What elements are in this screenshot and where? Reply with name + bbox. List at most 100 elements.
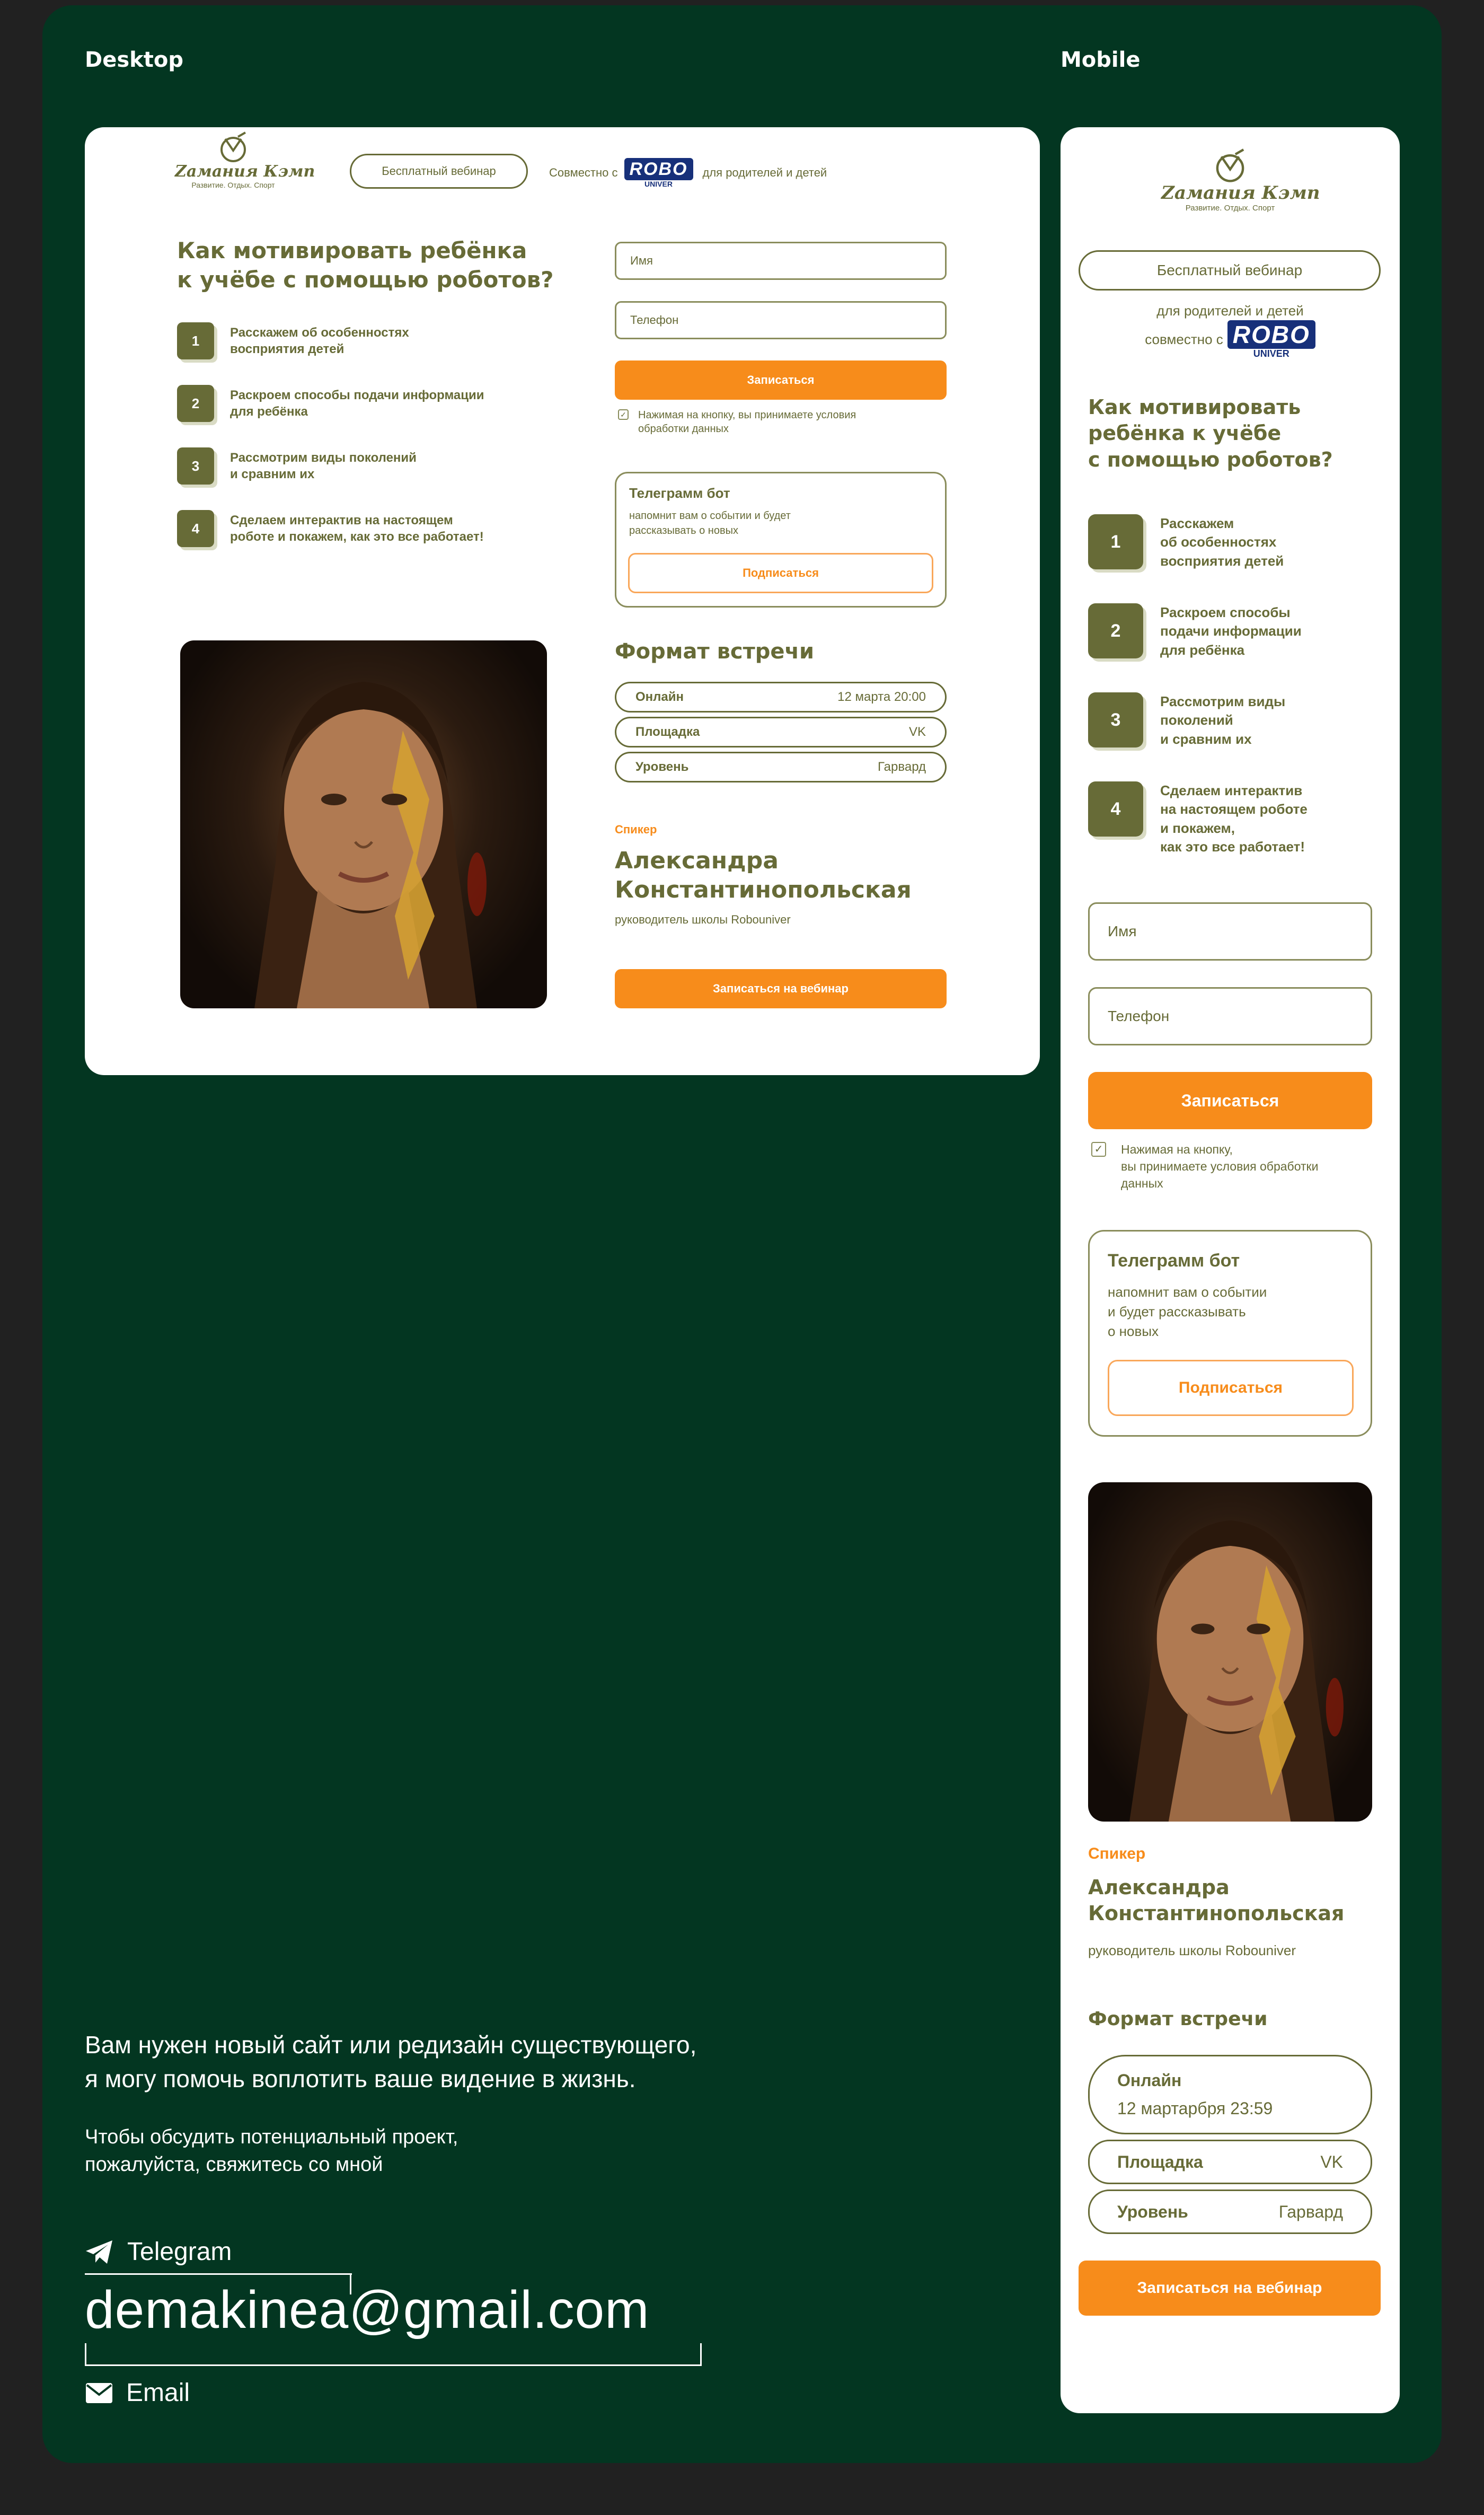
meeting-row-online: Онлайн 12 мартарбря 23:59 xyxy=(1088,2055,1372,2134)
name-field[interactable]: Имя xyxy=(615,242,947,280)
speaker-label: Спикер xyxy=(615,823,657,836)
step-text: Расскажем об особенностях восприятия дет… xyxy=(230,326,409,357)
robo-logo-bottom: UNIVER xyxy=(644,180,673,188)
telegram-icon xyxy=(86,2240,112,2264)
meeting-row-value: 12 мартарбря 23:59 xyxy=(1117,2099,1273,2118)
submit-button[interactable]: Записаться xyxy=(615,360,947,400)
meeting-row-level: Уровень Гарвард xyxy=(615,752,947,782)
page-title: Как мотивировать ребёнка к учёбе с помощ… xyxy=(177,238,554,293)
step-item: 4 Сделаем интерактив на настоящем роботе… xyxy=(177,510,484,547)
meeting-row-level: Уровень Гарвард xyxy=(1088,2189,1372,2234)
speaker-name: Александра Константинопольская xyxy=(615,847,912,903)
free-webinar-pill: Бесплатный вебинар xyxy=(350,154,528,189)
contact-headline: Вам нужен новый сайт или редизайн сущест… xyxy=(85,2031,697,2093)
meeting-row-key: Уровень xyxy=(635,760,689,774)
consent-checkbox[interactable]: ✓ xyxy=(1091,1142,1106,1157)
email-link[interactable]: Email xyxy=(85,2378,190,2407)
name-field[interactable]: Имя xyxy=(1088,902,1372,961)
speaker-role: руководитель школы Robouniver xyxy=(1088,1942,1296,1958)
telegram-bot-card: Телеграмм бот напомнит вам о событии и б… xyxy=(1088,1230,1372,1437)
submit-button[interactable]: Записаться xyxy=(1088,1072,1372,1129)
subscribe-button[interactable]: Подписаться xyxy=(628,553,933,593)
brand-tagline: Развитие. Отдых. Спорт xyxy=(191,181,275,189)
meeting-format-title: Формат встречи xyxy=(615,639,815,664)
step-number: 2 xyxy=(1088,603,1143,658)
email-underline xyxy=(85,2364,702,2366)
speaker-photo xyxy=(1088,1482,1372,1822)
meeting-row-platform: Площадка VK xyxy=(1088,2140,1372,2184)
register-webinar-button[interactable]: Записаться на вебинар xyxy=(1079,2261,1381,2316)
step-number: 3 xyxy=(177,447,214,485)
meeting-row-value: Гарвард xyxy=(1278,2202,1343,2221)
partner-row: Совместно с ROBO UNIVER для родителей и … xyxy=(549,158,827,188)
step-number: 4 xyxy=(177,510,214,547)
audience-text: для родителей и детей xyxy=(1156,303,1304,319)
meeting-row-value: VK xyxy=(1320,2152,1343,2171)
meeting-row-online: Онлайн 12 марта 20:00 xyxy=(615,682,947,713)
camp-emblem-icon xyxy=(1216,148,1244,182)
step-text: Сделаем интерактив на настоящем роботе и… xyxy=(1160,782,1308,855)
register-webinar-button[interactable]: Записаться на вебинар xyxy=(615,969,947,1008)
step-number: 1 xyxy=(177,322,214,359)
robouniver-logo[interactable]: ROBO UNIVER xyxy=(624,158,693,188)
step-number: 1 xyxy=(1088,514,1143,569)
brand-tagline: Развитие. Отдых. Спорт xyxy=(1185,204,1275,213)
consent-row: ✓ Нажимая на кнопку, вы принимаете услов… xyxy=(1091,1141,1318,1192)
telegram-link[interactable]: Telegram xyxy=(85,2237,232,2266)
telegram-bot-title: Телеграмм бот xyxy=(629,485,730,501)
desktop-label: Desktop xyxy=(85,48,183,72)
meeting-format-title: Формат встречи xyxy=(1088,2008,1268,2030)
telegram-label: Telegram xyxy=(127,2238,232,2266)
brand-logo[interactable]: Zамания Кэмп Развитие. Отдых. Спорт xyxy=(175,131,315,189)
brand-name: Zамания Кэмп xyxy=(175,162,315,181)
consent-text: Нажимая на кнопку, вы принимаете условия… xyxy=(638,409,856,435)
robouniver-logo[interactable]: ROBO UNIVER xyxy=(1227,320,1315,358)
meeting-row-key: Онлайн xyxy=(1117,2071,1182,2090)
speaker-role: руководитель школы Robouniver xyxy=(615,913,791,926)
consent-text: Нажимая на кнопку, вы принимаете условия… xyxy=(1121,1142,1319,1191)
brand-logo[interactable]: Zамания Кэмп Развитие. Отдых. Спорт xyxy=(1161,148,1320,213)
camp-emblem-icon xyxy=(220,131,246,162)
speaker-label: Спикер xyxy=(1088,1845,1146,1862)
step-text: Рассмотрим виды поколений и сравним их xyxy=(230,451,417,482)
meeting-row-key: Площадка xyxy=(1117,2152,1203,2171)
underline-tick xyxy=(85,2343,86,2364)
desktop-landing-page: Zамания Кэмп Развитие. Отдых. Спорт Бесп… xyxy=(85,127,1040,1075)
subscribe-button[interactable]: Подписаться xyxy=(1108,1360,1354,1416)
mobile-label: Mobile xyxy=(1061,48,1141,72)
step-number: 4 xyxy=(1088,781,1143,837)
consent-row: ✓ Нажимая на кнопку, вы принимаете услов… xyxy=(618,408,856,436)
telegram-bot-description: напомнит вам о событии и будет рассказыв… xyxy=(1108,1284,1267,1339)
page-title: Как мотивировать ребёнка к учёбе с помощ… xyxy=(1088,395,1333,471)
contact-subline: Чтобы обсудить потенциальный проект, пож… xyxy=(85,2126,458,2176)
email-address[interactable]: demakinea@gmail.com xyxy=(85,2280,649,2341)
meeting-row-value: 12 марта 20:00 xyxy=(837,690,926,704)
speaker-name: Александра Константинопольская xyxy=(1088,1876,1345,1925)
step-text: Расскажем об особенностях восприятия дет… xyxy=(1160,515,1284,569)
audience-text: для родителей и детей xyxy=(702,166,827,179)
meeting-row-key: Площадка xyxy=(635,725,700,739)
step-text: Раскроем способы подачи информации для р… xyxy=(1160,604,1302,658)
meeting-row-key: Уровень xyxy=(1117,2202,1188,2221)
step-item: 3 Рассмотрим виды поколений и сравним их xyxy=(1088,692,1285,749)
speaker-photo xyxy=(180,640,547,1008)
together-with-text: совместно с xyxy=(1145,331,1223,348)
step-item: 3 Рассмотрим виды поколений и сравним их xyxy=(177,447,417,485)
telegram-bot-description: напомнит вам о событии и будет рассказыв… xyxy=(629,510,791,537)
phone-field[interactable]: Телефон xyxy=(1088,987,1372,1045)
meeting-row-key: Онлайн xyxy=(635,690,684,704)
phone-field[interactable]: Телефон xyxy=(615,301,947,339)
meeting-row-platform: Площадка VK xyxy=(615,717,947,748)
partner-block: для родителей и детей совместно с ROBO U… xyxy=(1061,301,1400,358)
portrait-illustration-icon xyxy=(254,682,487,1008)
mail-icon xyxy=(86,2382,112,2403)
step-item: 2 Раскроем способы подачи информации для… xyxy=(177,385,484,422)
robo-logo-top: ROBO xyxy=(1227,320,1315,349)
telegram-underline xyxy=(85,2273,352,2275)
consent-checkbox[interactable]: ✓ xyxy=(618,409,629,420)
meeting-row-value: VK xyxy=(908,725,926,739)
step-number: 3 xyxy=(1088,692,1143,748)
meeting-row-value: Гарвард xyxy=(878,760,926,774)
step-item: 2 Раскроем способы подачи информации для… xyxy=(1088,603,1302,659)
together-with-text: Совместно с xyxy=(549,166,618,179)
